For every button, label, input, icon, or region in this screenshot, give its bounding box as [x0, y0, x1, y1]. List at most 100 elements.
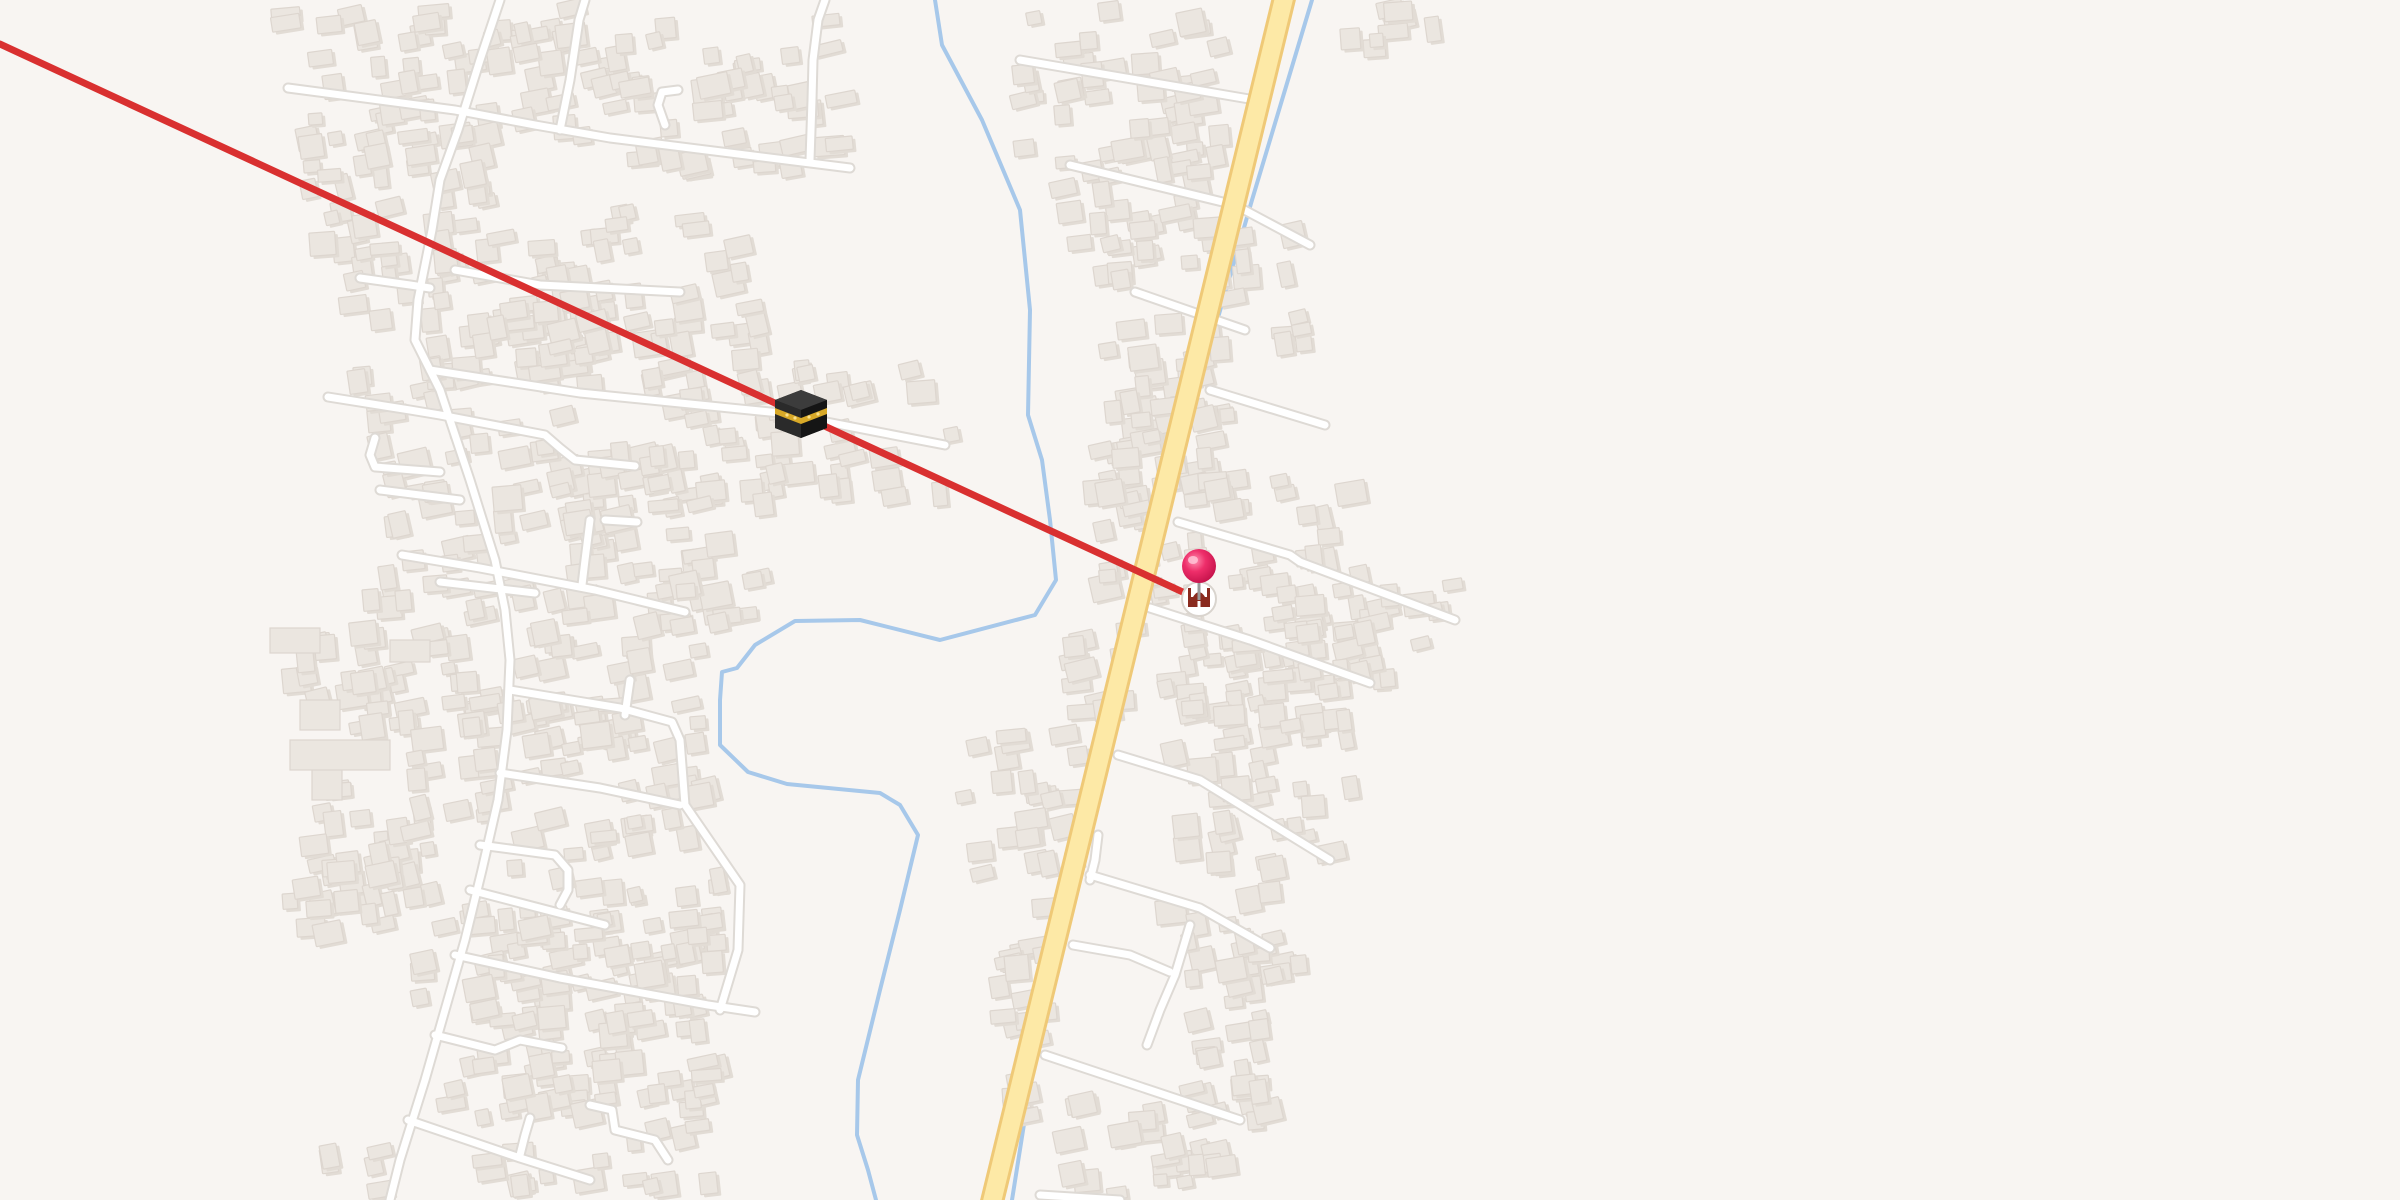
building	[1441, 577, 1467, 594]
building	[1248, 1078, 1272, 1107]
building	[527, 238, 559, 259]
building	[1335, 708, 1356, 734]
building	[1083, 88, 1114, 108]
building	[1276, 260, 1299, 290]
building	[1296, 504, 1321, 528]
building	[641, 367, 666, 391]
building	[306, 48, 337, 70]
building	[1115, 318, 1150, 343]
street[interactable]	[601, 516, 641, 526]
building	[989, 1008, 1020, 1027]
building	[1257, 880, 1286, 906]
building	[572, 943, 592, 963]
building	[485, 46, 516, 78]
street[interactable]	[1143, 921, 1194, 1049]
building	[669, 616, 699, 638]
building	[534, 806, 570, 833]
building	[318, 1142, 344, 1172]
building	[780, 46, 804, 67]
building	[1051, 1125, 1089, 1156]
building	[662, 658, 698, 683]
kaaba-icon[interactable]	[775, 390, 827, 438]
building	[1160, 1132, 1189, 1162]
building	[455, 670, 482, 696]
building	[1055, 199, 1087, 227]
building	[333, 888, 363, 916]
building	[647, 1083, 670, 1107]
building	[409, 793, 435, 824]
building	[366, 1142, 397, 1163]
building	[1213, 734, 1249, 753]
building	[297, 133, 328, 162]
building	[406, 767, 430, 794]
building	[474, 1108, 495, 1129]
building	[965, 840, 997, 865]
building	[700, 950, 727, 977]
building	[1294, 593, 1329, 619]
building	[1053, 104, 1075, 128]
building	[1180, 254, 1202, 272]
street[interactable]	[621, 676, 634, 719]
building	[796, 363, 819, 385]
building	[1195, 446, 1216, 472]
building	[642, 916, 666, 936]
building	[402, 886, 428, 911]
building	[1212, 497, 1248, 524]
building	[1088, 211, 1110, 238]
building	[603, 944, 635, 970]
building	[289, 739, 391, 771]
building	[315, 14, 346, 37]
building	[363, 142, 394, 172]
building	[358, 712, 389, 743]
building	[1271, 604, 1297, 624]
building	[537, 49, 568, 79]
building	[349, 808, 375, 830]
building	[741, 570, 767, 592]
building	[1017, 769, 1039, 797]
building	[1234, 248, 1255, 277]
building	[1094, 478, 1129, 510]
building	[729, 261, 752, 285]
building	[486, 228, 520, 249]
building	[1092, 518, 1118, 544]
building	[1057, 1159, 1089, 1190]
building	[614, 33, 637, 57]
building	[1300, 794, 1329, 821]
building	[824, 89, 861, 111]
building	[721, 445, 751, 464]
building	[1212, 809, 1237, 837]
building	[1135, 239, 1157, 264]
building	[647, 498, 682, 516]
building	[824, 135, 857, 155]
building	[1149, 28, 1179, 50]
building	[723, 234, 757, 261]
building	[1067, 1090, 1101, 1120]
building	[1012, 138, 1039, 160]
building	[1205, 850, 1235, 877]
building	[781, 460, 819, 488]
building	[397, 31, 421, 54]
building	[1107, 1120, 1146, 1151]
building	[327, 130, 347, 148]
building	[1249, 1039, 1271, 1065]
building	[1128, 117, 1153, 141]
building	[431, 916, 461, 939]
building	[671, 695, 705, 715]
building	[1053, 77, 1085, 106]
building	[677, 450, 699, 472]
building	[704, 530, 739, 560]
building	[561, 607, 592, 627]
building	[353, 19, 383, 48]
building	[521, 731, 555, 761]
building	[552, 1074, 576, 1096]
building	[497, 445, 535, 472]
building	[626, 647, 656, 677]
building	[368, 308, 396, 334]
building	[574, 877, 607, 900]
building	[591, 1152, 613, 1171]
building	[1184, 968, 1204, 990]
building	[990, 769, 1016, 797]
map-canvas[interactable]	[0, 0, 2400, 1200]
street[interactable]	[1036, 1191, 1124, 1200]
building	[1097, 0, 1124, 24]
